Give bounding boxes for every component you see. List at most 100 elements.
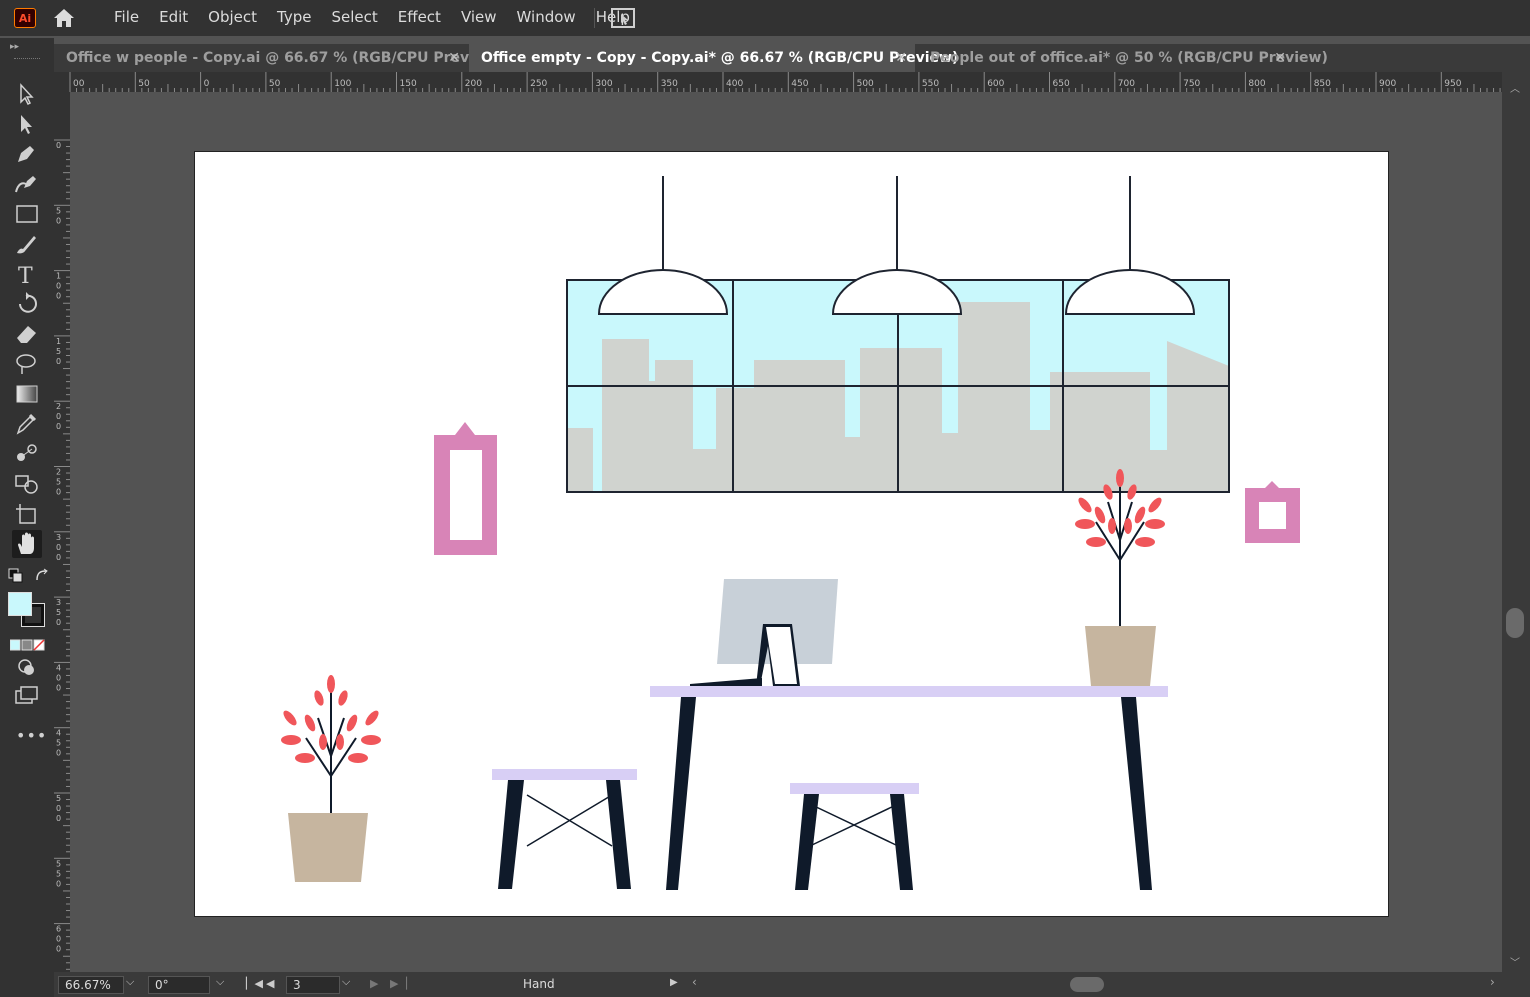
artboard-number-field[interactable]: 3 bbox=[286, 976, 340, 994]
close-icon[interactable]: ✕ bbox=[895, 44, 907, 72]
ruler-label: 300 bbox=[595, 79, 612, 89]
ruler-label: 2 bbox=[56, 402, 61, 411]
previous-artboard-icon[interactable]: ◀ bbox=[266, 977, 274, 990]
artboard-tool-icon[interactable] bbox=[12, 500, 42, 528]
blend-tool-icon[interactable] bbox=[12, 440, 42, 468]
zoom-field[interactable]: 66.67% bbox=[58, 976, 124, 994]
swap-fill-stroke-icon[interactable] bbox=[34, 568, 50, 588]
hand-tool-icon[interactable] bbox=[12, 530, 42, 558]
arrange-documents-icon[interactable] bbox=[610, 7, 636, 33]
vertical-ruler-ticks: 050100150200250300350400450500550600 bbox=[54, 139, 70, 983]
ruler-label: 5 bbox=[56, 608, 61, 617]
ruler-label: 650 bbox=[1053, 79, 1070, 89]
ruler-label: 0 bbox=[56, 683, 61, 692]
fill-swatch[interactable] bbox=[8, 592, 32, 616]
ruler-label: 0 bbox=[56, 412, 61, 421]
ruler-label: 5 bbox=[56, 869, 61, 878]
ruler-label: 5 bbox=[56, 739, 61, 748]
eyedropper-tool-icon[interactable] bbox=[12, 410, 42, 438]
ruler-label: 0 bbox=[204, 79, 210, 89]
tab-office-w-people[interactable]: Office w people - Copy.ai @ 66.67 % (RGB… bbox=[54, 44, 503, 72]
menu-object[interactable]: Object bbox=[198, 0, 267, 36]
ruler-label: 850 bbox=[1314, 79, 1331, 89]
ruler-label: 0 bbox=[56, 749, 61, 758]
shape-builder-tool-icon[interactable] bbox=[12, 470, 42, 498]
app-logo: Ai bbox=[14, 8, 36, 28]
more-tools-icon[interactable]: ••• bbox=[16, 726, 47, 745]
ruler-label: 0 bbox=[56, 673, 61, 682]
first-artboard-icon[interactable]: ▏◀ bbox=[246, 977, 263, 990]
ruler-label: 4 bbox=[56, 729, 61, 738]
rotate-tool-icon[interactable] bbox=[12, 290, 42, 318]
close-icon[interactable]: ✕ bbox=[1274, 44, 1286, 72]
collapse-icon[interactable]: ▸▸ bbox=[10, 42, 19, 52]
ruler-label: 400 bbox=[726, 79, 743, 89]
ruler-label: 350 bbox=[661, 79, 678, 89]
menu-type[interactable]: Type bbox=[267, 0, 321, 36]
menu-window[interactable]: Window bbox=[507, 0, 586, 36]
horizontal-scroll-thumb[interactable] bbox=[1070, 977, 1104, 992]
status-menu-icon[interactable]: ▶ bbox=[670, 977, 678, 988]
ruler-label: 5 bbox=[56, 206, 61, 215]
stools bbox=[492, 769, 919, 890]
screen-mode-icon[interactable] bbox=[12, 682, 42, 710]
ruler-label: 800 bbox=[1248, 79, 1265, 89]
menu-bar: Ai File Edit Object Type Select Effect V… bbox=[0, 0, 1530, 36]
scroll-down-icon[interactable]: ﹀ bbox=[1510, 954, 1520, 969]
ruler-label: 500 bbox=[857, 79, 874, 89]
gradient-tool-icon[interactable] bbox=[12, 380, 42, 408]
lasso-tool-icon[interactable] bbox=[12, 350, 42, 378]
default-fill-stroke-icon[interactable] bbox=[8, 568, 24, 588]
pen-tool-icon[interactable] bbox=[12, 140, 42, 168]
ruler-label: 0 bbox=[56, 292, 61, 301]
scroll-up-icon[interactable]: ︿ bbox=[1510, 80, 1520, 95]
ruler-label: 3 bbox=[56, 598, 61, 607]
artboard[interactable] bbox=[195, 152, 1388, 916]
menu-select[interactable]: Select bbox=[321, 0, 387, 36]
artboard-dropdown-icon[interactable]: ⌵ bbox=[342, 975, 350, 989]
rectangle-tool-icon[interactable] bbox=[12, 200, 42, 228]
panel-grip[interactable] bbox=[14, 58, 40, 61]
menu-edit[interactable]: Edit bbox=[149, 0, 198, 36]
menu-file[interactable]: File bbox=[104, 0, 149, 36]
ruler-label: 0 bbox=[56, 935, 61, 944]
type-tool-icon[interactable]: T bbox=[12, 260, 42, 289]
scroll-left-icon[interactable]: ‹ bbox=[692, 975, 697, 989]
drawing-mode-icon[interactable] bbox=[12, 652, 42, 680]
home-icon[interactable] bbox=[52, 7, 76, 33]
tab-office-empty[interactable]: Office empty - Copy - Copy.ai* @ 66.67 %… bbox=[469, 44, 958, 72]
rotation-field[interactable]: 0° bbox=[148, 976, 210, 994]
rotation-dropdown-icon[interactable]: ⌵ bbox=[216, 975, 224, 989]
ruler-label: 0 bbox=[56, 422, 61, 431]
tab-people-out-of-office[interactable]: People out of office.ai* @ 50 % (RGB/CPU… bbox=[918, 44, 1328, 72]
ruler-label: 450 bbox=[791, 79, 808, 89]
ruler-label: 0 bbox=[56, 553, 61, 562]
ruler-label: 4 bbox=[56, 663, 61, 672]
close-icon[interactable]: ✕ bbox=[448, 44, 460, 72]
curvature-tool-icon[interactable] bbox=[12, 170, 42, 198]
ruler-label: 1 bbox=[56, 337, 61, 346]
tab-label: People out of office.ai* @ 50 % (RGB/CPU… bbox=[930, 50, 1328, 66]
paintbrush-tool-icon[interactable] bbox=[12, 230, 42, 258]
scroll-right-icon[interactable]: › bbox=[1490, 975, 1495, 989]
zoom-dropdown-icon[interactable]: ⌵ bbox=[126, 975, 134, 989]
ruler-label: 0 bbox=[56, 488, 61, 497]
next-artboard-icon[interactable]: ▶ bbox=[370, 977, 378, 990]
ruler-label: 0 bbox=[56, 945, 61, 954]
menu-separator bbox=[594, 8, 595, 28]
ruler-label: 3 bbox=[56, 533, 61, 542]
desk-plant bbox=[1075, 469, 1165, 686]
eraser-tool-icon[interactable] bbox=[12, 320, 42, 348]
floor-plant bbox=[281, 675, 381, 882]
ruler-label: 600 bbox=[987, 79, 1004, 89]
vertical-scrollbar[interactable]: ︿ ﹀ bbox=[1502, 72, 1530, 972]
menu-effect[interactable]: Effect bbox=[388, 0, 451, 36]
office-illustration bbox=[281, 176, 1300, 890]
last-artboard-icon[interactable]: ▶▕ bbox=[390, 977, 407, 990]
scroll-thumb[interactable] bbox=[1506, 608, 1524, 638]
ruler-label: 200 bbox=[465, 79, 482, 89]
menu-view[interactable]: View bbox=[451, 0, 507, 36]
ruler-label: 150 bbox=[400, 79, 417, 89]
direct-selection-tool-icon[interactable] bbox=[12, 110, 42, 138]
selection-tool-icon[interactable] bbox=[12, 80, 42, 108]
